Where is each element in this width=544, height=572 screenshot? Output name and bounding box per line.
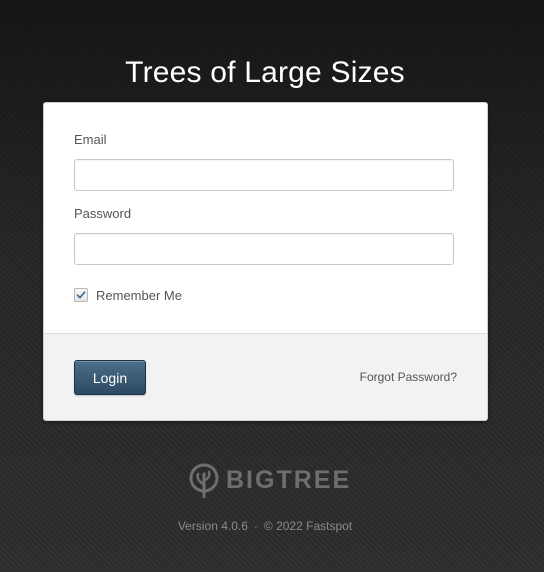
forgot-password-link[interactable]: Forgot Password? [360, 370, 457, 384]
separator: · [253, 519, 258, 533]
login-panel: Email Password Remember Me Login Forgot … [43, 102, 488, 421]
email-label: Email [74, 132, 107, 147]
brand-name: BIGTREE [226, 465, 352, 494]
email-field[interactable] [74, 159, 454, 191]
password-field[interactable] [74, 233, 454, 265]
password-label: Password [74, 206, 132, 221]
login-form: Email Password Remember Me [44, 103, 487, 333]
remember-me-checkbox[interactable] [74, 288, 88, 302]
version-text: Version 4.0.6 [177, 519, 248, 533]
login-button[interactable]: Login [74, 360, 146, 395]
checkmark-icon [76, 291, 86, 299]
login-panel-footer: Login Forgot Password? [44, 333, 487, 420]
remember-me[interactable]: Remember Me [74, 286, 182, 304]
bigtree-logo: BIGTREE [188, 460, 351, 500]
site-title: Trees of Large Sizes [125, 56, 405, 90]
version-info: Version 4.0.6 · © 2022 Fastspot [0, 519, 530, 533]
copyright-text: © 2022 Fastspot [263, 519, 353, 533]
tree-icon [189, 463, 219, 498]
remember-me-label[interactable]: Remember Me [96, 288, 182, 303]
